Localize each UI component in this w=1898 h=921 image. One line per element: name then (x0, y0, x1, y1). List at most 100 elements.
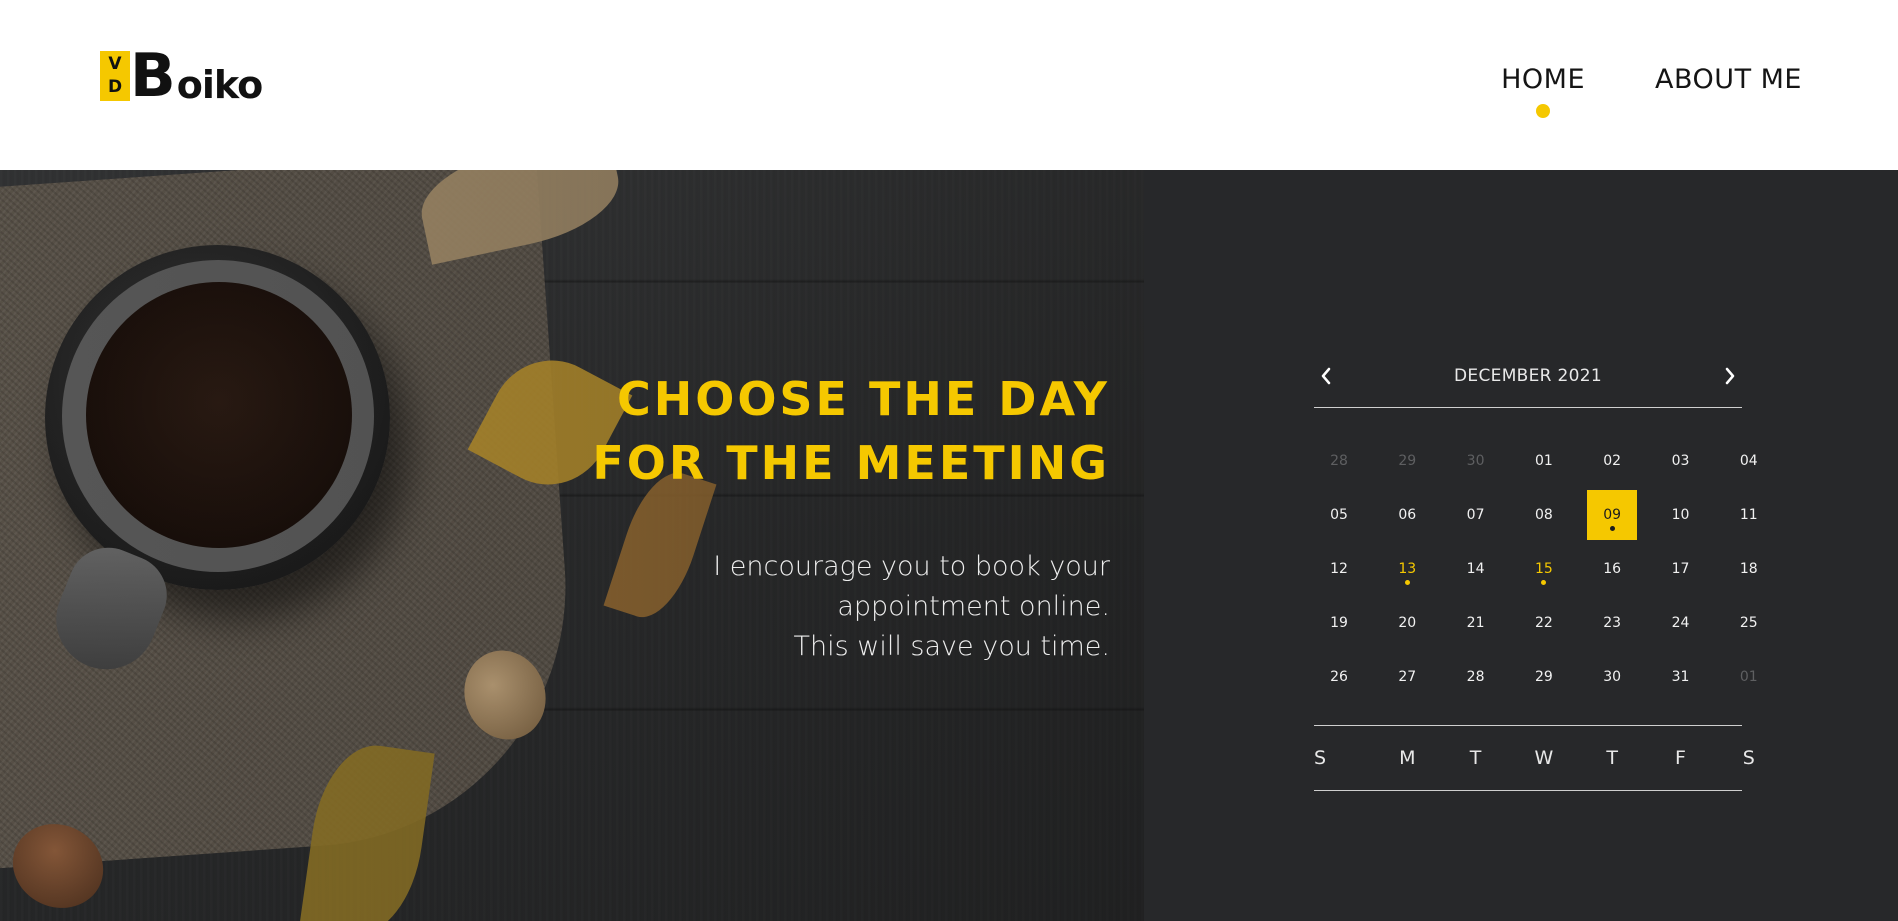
weekday-label: M (1399, 747, 1416, 769)
calendar-day-label: 28 (1330, 453, 1348, 469)
calendar-day-label: 10 (1671, 507, 1690, 523)
calendar-day[interactable]: 14 (1451, 544, 1501, 594)
logo-mark: V D (100, 51, 130, 101)
calendar-weekdays: SMTWTFS (1314, 726, 1755, 790)
nav-home-label: HOME (1501, 64, 1586, 95)
calendar-day-label: 05 (1330, 507, 1348, 523)
calendar-day[interactable]: 20 (1382, 598, 1432, 648)
logo-mark-bottom: D (107, 77, 123, 97)
calendar-day-label: 20 (1398, 615, 1417, 631)
calendar-day[interactable]: 16 (1587, 544, 1637, 594)
calendar-day[interactable]: 29 (1519, 652, 1569, 702)
calendar-day[interactable]: 06 (1382, 490, 1432, 540)
calendar-day[interactable]: 28 (1314, 436, 1364, 486)
event-dot (1609, 526, 1615, 531)
calendar-day[interactable]: 11 (1724, 490, 1774, 540)
calendar-day[interactable]: 02 (1587, 436, 1637, 486)
hero-section: CHOOSE THE DAY FOR THE MEETING I encoura… (0, 170, 1144, 921)
calendar-day-label: 30 (1466, 453, 1485, 469)
calendar-day[interactable]: 30 (1451, 436, 1501, 486)
calendar-header: DECEMBER 2021 (1314, 360, 1742, 392)
calendar-panel: DECEMBER 2021 28 29 30 01 02 03 04 05 06 07 08 09 10… (1144, 170, 1898, 921)
calendar-day[interactable]: 17 (1655, 544, 1705, 594)
calendar-divider (1314, 790, 1742, 791)
calendar-day-label: 19 (1330, 615, 1348, 631)
calendar-day-label: 13 (1398, 561, 1417, 577)
nav-about-me[interactable]: ABOUT ME (1655, 64, 1802, 95)
prev-month-button[interactable] (1314, 364, 1338, 388)
weekday-label: W (1534, 747, 1554, 769)
hero-title: CHOOSE THE DAY FOR THE MEETING (550, 367, 1110, 495)
event-dot (1541, 580, 1547, 585)
hero-title-line: CHOOSE THE DAY (616, 372, 1110, 426)
calendar-day-label: 15 (1534, 561, 1553, 577)
calendar-day[interactable]: 31 (1655, 652, 1705, 702)
calendar-day[interactable]: 15 (1519, 544, 1569, 594)
weekday-label: S (1742, 747, 1755, 769)
calendar-day-label: 17 (1671, 561, 1690, 577)
calendar-day[interactable]: 26 (1314, 652, 1364, 702)
calendar-day-label: 29 (1534, 669, 1553, 685)
calendar-day-label: 09 (1603, 507, 1622, 523)
calendar-day-label: 01 (1534, 453, 1553, 469)
calendar-day[interactable]: 25 (1724, 598, 1774, 648)
hero-subtitle-line: appointment online. (837, 591, 1110, 622)
calendar-day-label: 03 (1671, 453, 1690, 469)
hero-subtitle-line: I encourage you to book your (713, 551, 1110, 582)
calendar-day-label: 22 (1534, 615, 1553, 631)
calendar-day-label: 27 (1398, 669, 1417, 685)
calendar-day[interactable]: 24 (1655, 598, 1705, 648)
calendar-day-label: 25 (1739, 615, 1758, 631)
calendar-day-label: 14 (1466, 561, 1485, 577)
calendar-day[interactable]: 28 (1451, 652, 1501, 702)
calendar-day-label: 12 (1330, 561, 1348, 577)
logo[interactable]: V D B oiko (100, 46, 263, 106)
calendar-day-label: 11 (1739, 507, 1758, 523)
calendar-day[interactable]: 21 (1451, 598, 1501, 648)
hero-subtitle-line: This will save you time. (793, 631, 1111, 662)
nav-home[interactable]: HOME (1501, 64, 1586, 118)
calendar-day[interactable]: 23 (1587, 598, 1637, 648)
calendar-day[interactable]: 13 (1382, 544, 1432, 594)
chevron-left-icon (1321, 367, 1331, 385)
calendar: DECEMBER 2021 28 29 30 01 02 03 04 05 06 07 08 09 10… (1314, 360, 1758, 791)
calendar-day[interactable]: 29 (1382, 436, 1432, 486)
calendar-day[interactable]: 01 (1724, 652, 1774, 702)
calendar-day-label: 31 (1671, 669, 1690, 685)
calendar-day[interactable]: 10 (1655, 490, 1705, 540)
calendar-day[interactable]: 22 (1519, 598, 1569, 648)
event-dot (1404, 580, 1410, 585)
calendar-day-label: 07 (1466, 507, 1485, 523)
calendar-day[interactable]: 18 (1724, 544, 1774, 594)
calendar-day[interactable]: 04 (1724, 436, 1774, 486)
calendar-day[interactable]: 08 (1519, 490, 1569, 540)
site-header: V D B oiko HOME ABOUT ME (0, 0, 1898, 170)
calendar-day-label: 23 (1603, 615, 1622, 631)
calendar-day[interactable]: 07 (1451, 490, 1501, 540)
calendar-day[interactable]: 12 (1314, 544, 1364, 594)
hero-subtitle: I encourage you to book your appointment… (550, 547, 1110, 667)
calendar-day-selected[interactable]: 09 (1587, 490, 1638, 540)
calendar-day[interactable]: 03 (1655, 436, 1705, 486)
logo-mark-top: V (108, 54, 122, 74)
main-nav: HOME ABOUT ME (1501, 64, 1802, 118)
active-nav-indicator (1536, 104, 1551, 118)
calendar-day-label: 06 (1398, 507, 1417, 523)
calendar-day-label: 01 (1739, 669, 1758, 685)
calendar-day[interactable]: 01 (1519, 436, 1569, 486)
calendar-day[interactable]: 30 (1587, 652, 1637, 702)
calendar-day[interactable]: 27 (1382, 652, 1432, 702)
calendar-day[interactable]: 19 (1314, 598, 1364, 648)
calendar-day-label: 02 (1603, 453, 1622, 469)
chevron-right-icon (1725, 367, 1735, 385)
weekday-label: T (1606, 747, 1618, 769)
hero-text: CHOOSE THE DAY FOR THE MEETING I encoura… (550, 367, 1110, 667)
calendar-divider (1314, 407, 1742, 408)
nav-about-me-label: ABOUT ME (1655, 64, 1802, 95)
calendar-day-label: 30 (1603, 669, 1622, 685)
calendar-day-label: 04 (1739, 453, 1758, 469)
weekday-label: S (1314, 747, 1327, 769)
calendar-day-label: 16 (1603, 561, 1622, 577)
next-month-button[interactable] (1718, 364, 1742, 388)
calendar-day[interactable]: 05 (1314, 490, 1364, 540)
